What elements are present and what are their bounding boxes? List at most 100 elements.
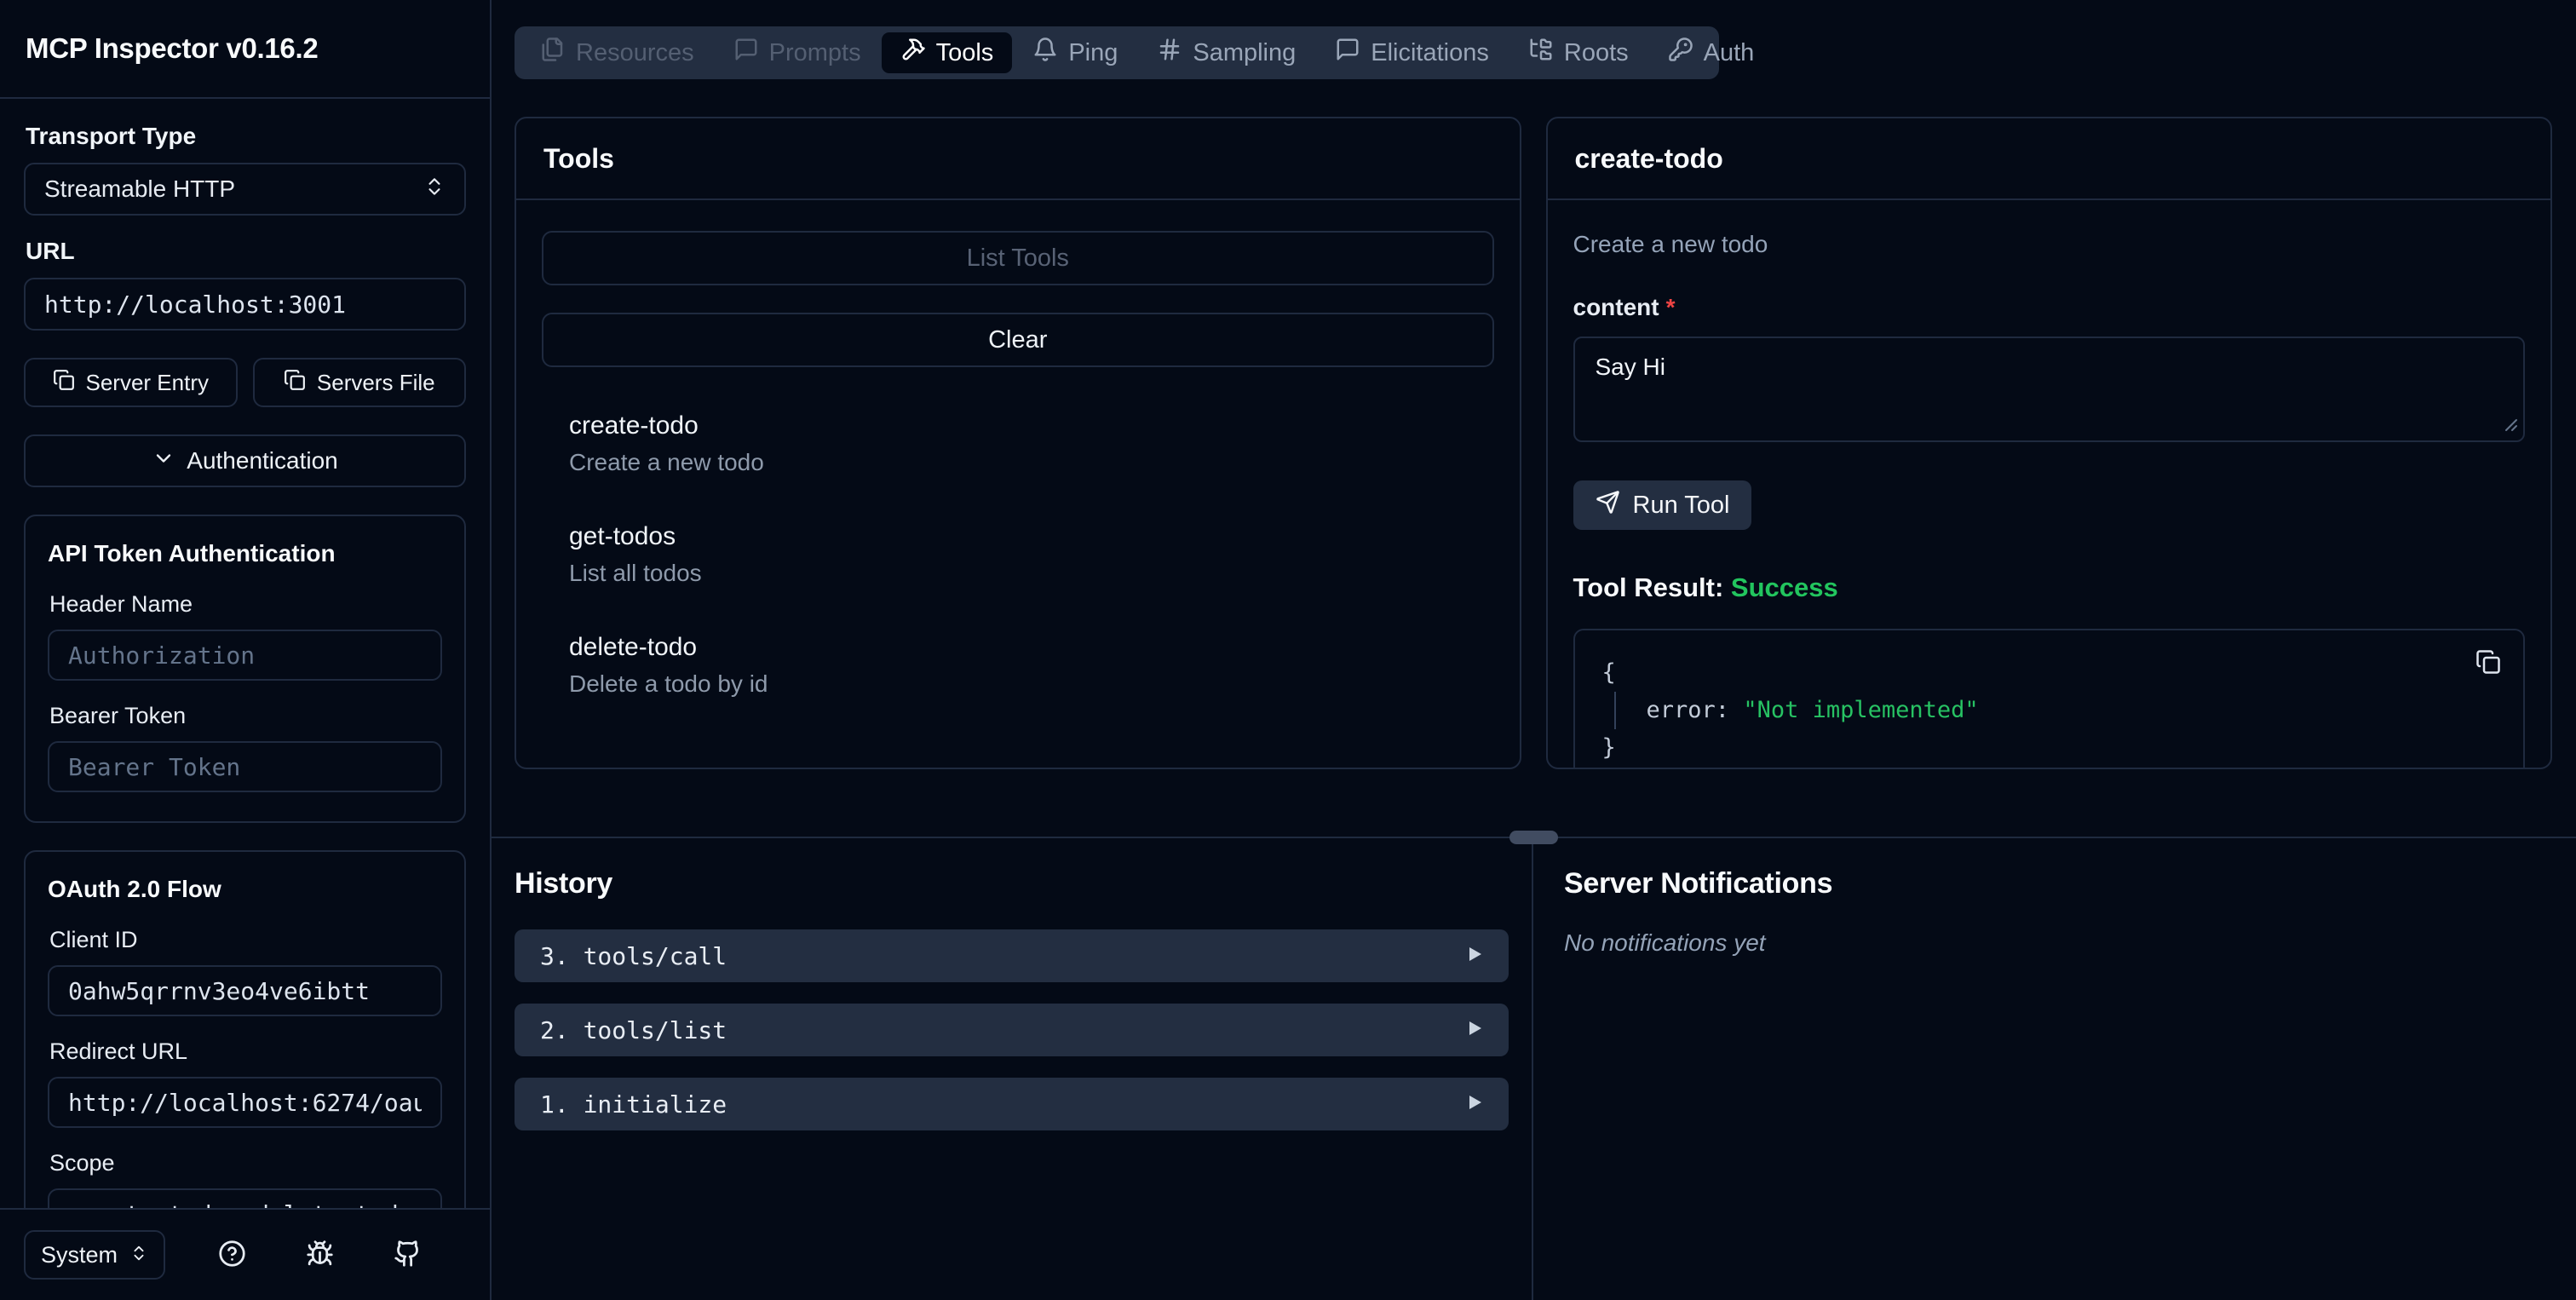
- tab-prompts[interactable]: Prompts: [715, 32, 880, 73]
- bottom-pane: History 3. tools/call 2. tools/list 1. i…: [492, 838, 2576, 1300]
- authentication-label: Authentication: [187, 447, 338, 474]
- tool-description: List all todos: [569, 560, 702, 586]
- hammer-icon: [900, 37, 926, 69]
- redirect-url-input-wrap: [48, 1077, 442, 1128]
- transport-type-value: Streamable HTTP: [44, 175, 236, 202]
- servers-file-button[interactable]: Servers File: [252, 358, 466, 407]
- tools-panel-title: Tools: [543, 142, 614, 174]
- tab-tools[interactable]: Tools: [881, 32, 1013, 73]
- redirect-url-label: Redirect URL: [49, 1038, 188, 1064]
- bug-report-button[interactable]: [306, 1240, 334, 1270]
- list-tools-button[interactable]: List Tools: [542, 231, 1494, 285]
- url-input[interactable]: [44, 290, 446, 319]
- tool-name: create-todo: [569, 411, 699, 440]
- run-tool-button[interactable]: Run Tool: [1573, 480, 1752, 530]
- expand-arrow-icon: [1466, 1090, 1483, 1119]
- header-name-input-wrap: [48, 630, 442, 681]
- history-title: History: [515, 867, 613, 900]
- tool-list: create-todo Create a new todo get-todos …: [542, 400, 1494, 711]
- tab-auth[interactable]: Auth: [1649, 32, 1774, 73]
- clear-button[interactable]: Clear: [542, 313, 1494, 367]
- copy-icon: [284, 369, 306, 397]
- app-title: MCP Inspector v0.16.2: [26, 32, 319, 64]
- history-item-tools-call[interactable]: 3. tools/call: [515, 929, 1509, 982]
- json-open-brace: {: [1601, 659, 1616, 686]
- copy-result-button[interactable]: [2475, 649, 2501, 677]
- pane-resize-handle[interactable]: [1509, 831, 1558, 844]
- chevron-down-icon: [152, 446, 175, 476]
- tool-item-get-todos[interactable]: get-todos List all todos: [542, 510, 1494, 601]
- url-label: URL: [26, 238, 75, 264]
- bearer-token-label: Bearer Token: [49, 703, 187, 728]
- tab-elicitations[interactable]: Elicitations: [1316, 32, 1508, 73]
- github-button[interactable]: [394, 1240, 422, 1270]
- scope-label: Scope: [49, 1150, 115, 1176]
- top-pane: Resources Prompts Tools Ping Sampling El…: [492, 0, 2576, 838]
- help-button[interactable]: [218, 1240, 246, 1270]
- result-label-text: Tool Result:: [1573, 572, 1724, 602]
- tab-ping[interactable]: Ping: [1014, 32, 1136, 73]
- tab-roots[interactable]: Roots: [1509, 32, 1647, 73]
- bearer-token-input[interactable]: [68, 752, 422, 781]
- tab-resources[interactable]: Resources: [521, 32, 713, 73]
- result-json-box: { error: "Not implemented" }: [1573, 629, 2525, 768]
- bearer-token-input-wrap: [48, 741, 442, 792]
- tool-name: delete-todo: [569, 633, 698, 661]
- history-item-label: 1. initialize: [540, 1090, 727, 1119]
- bell-icon: [1032, 37, 1058, 69]
- files-icon: [540, 37, 566, 69]
- tool-description: Create a new todo: [569, 449, 764, 475]
- history-panel: History 3. tools/call 2. tools/list 1. i…: [492, 838, 1533, 1300]
- footer-icons: [218, 1240, 422, 1270]
- resize-grip-icon[interactable]: [2499, 413, 2518, 436]
- content-field-label: content *: [1573, 294, 2526, 321]
- server-entry-label: Server Entry: [85, 369, 210, 395]
- theme-value: System: [41, 1241, 118, 1268]
- tab-label: Elicitations: [1371, 38, 1489, 66]
- theme-select[interactable]: System: [24, 1230, 166, 1280]
- client-id-label: Client ID: [49, 927, 138, 952]
- tab-label: Prompts: [768, 38, 861, 66]
- tool-description: Delete a todo by id: [569, 670, 768, 697]
- json-value: "Not implemented": [1743, 697, 1979, 723]
- tab-sampling[interactable]: Sampling: [1138, 32, 1314, 73]
- tool-detail-header: create-todo: [1547, 118, 2550, 200]
- app-header: MCP Inspector v0.16.2: [0, 0, 490, 99]
- tools-panel-header: Tools: [516, 118, 1520, 200]
- folder-tree-icon: [1528, 37, 1554, 69]
- transport-type-label: Transport Type: [26, 123, 197, 149]
- chevrons-up-down-icon: [423, 175, 446, 204]
- chevrons-up-down-icon: [129, 1242, 148, 1268]
- tool-item-create-todo[interactable]: create-todo Create a new todo: [542, 400, 1494, 490]
- server-entry-button[interactable]: Server Entry: [24, 358, 238, 407]
- oauth-title: OAuth 2.0 Flow: [48, 876, 221, 902]
- help-circle-icon: [218, 1240, 246, 1270]
- hash-icon: [1157, 37, 1182, 69]
- oauth-section: OAuth 2.0 Flow Client ID Redirect URL Sc…: [24, 850, 466, 1208]
- tab-label: Sampling: [1193, 38, 1297, 66]
- scope-input-wrap: [48, 1188, 442, 1208]
- header-name-input[interactable]: [68, 641, 422, 670]
- transport-type-select[interactable]: Streamable HTTP: [24, 163, 466, 216]
- message-square-icon: [733, 37, 759, 69]
- header-name-label: Header Name: [49, 591, 193, 617]
- redirect-url-input[interactable]: [68, 1088, 422, 1117]
- authentication-toggle[interactable]: Authentication: [24, 434, 466, 487]
- history-item-tools-list[interactable]: 2. tools/list: [515, 1004, 1509, 1056]
- history-item-initialize[interactable]: 1. initialize: [515, 1078, 1509, 1130]
- tool-item-delete-todo[interactable]: delete-todo Delete a todo by id: [542, 621, 1494, 711]
- tools-panel: Tools List Tools Clear create-todo Creat…: [515, 117, 1521, 769]
- tool-name: get-todos: [569, 522, 676, 550]
- scope-input[interactable]: [68, 1199, 422, 1208]
- history-item-label: 3. tools/call: [540, 941, 727, 970]
- clear-label: Clear: [988, 325, 1048, 354]
- tab-label: Tools: [935, 38, 994, 66]
- content-textarea[interactable]: Say Hi: [1573, 337, 2525, 442]
- client-id-input[interactable]: [68, 976, 422, 1005]
- tab-label: Resources: [576, 38, 694, 66]
- json-close-brace: }: [1601, 734, 1616, 761]
- github-icon: [394, 1240, 422, 1270]
- tool-detail-title: create-todo: [1574, 142, 1723, 174]
- tool-result-label: Tool Result: Success: [1573, 572, 2526, 603]
- list-tools-label: List Tools: [966, 244, 1069, 272]
